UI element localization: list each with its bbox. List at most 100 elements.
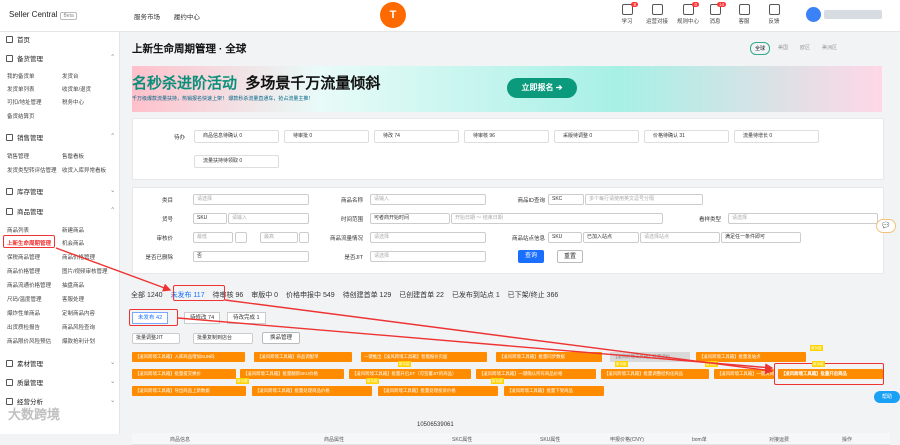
stat-item[interactable]: 采版待调整 0 [554, 130, 639, 143]
sidebar-section-quality[interactable]: 质量管理 ⌄ [6, 377, 115, 387]
sidebar-item[interactable]: 抽盘商品 [62, 281, 84, 289]
sidebar-item[interactable]: 图片/视频审核管理 [62, 267, 108, 275]
site-select[interactable]: 请选择站点 [640, 232, 720, 243]
tab-all[interactable]: 全部 1240 [131, 292, 163, 299]
id-input[interactable]: 多个每行请使用英文逗号分隔 [585, 194, 703, 205]
sidebar-item[interactable]: 出货质检报告 [7, 323, 40, 331]
sidebar-item[interactable]: 备货结算页 [7, 112, 35, 120]
id-type-select[interactable]: SKC [548, 194, 584, 205]
condition-select[interactable]: 满足任一条件即可 [721, 232, 801, 243]
sidebar-item[interactable]: 尺码/温度管理 [7, 295, 42, 303]
chat-float-button[interactable]: 💬 [876, 219, 896, 233]
tool-ops[interactable]: 运营对接 [642, 4, 672, 25]
tool-button[interactable]: 【凌风跨境工具箱】批量同步数据 [496, 352, 602, 362]
account-name-redacted[interactable] [824, 10, 882, 19]
price-max-input[interactable]: 最高 [260, 232, 298, 243]
bulk-jit-select[interactable]: 批量调整JIT [132, 333, 180, 344]
sidebar-item[interactable]: 发货单列表 [7, 85, 35, 93]
sidebar-section-inventory[interactable]: 库存管理 ⌄ [6, 186, 115, 196]
brand-icon[interactable]: T [380, 2, 406, 28]
sidebar-item[interactable]: 可扣/地址管理 [7, 98, 42, 106]
date-range-input[interactable]: 开始日期 ～ 结束日期 [451, 213, 663, 224]
tool-button[interactable]: 【凌风跨境工具箱】一键关闭全部 [714, 369, 774, 379]
site-us[interactable]: 美国 [774, 42, 792, 55]
sidebar-section-sales[interactable]: 销售管理 ⌃ [6, 132, 115, 142]
nav-fulfillment[interactable]: 履约中心 [174, 14, 200, 21]
stat-item[interactable]: 流量扶持待领取 0 [194, 155, 279, 168]
stat-item[interactable]: 流量待增长 0 [734, 130, 819, 143]
tool-messages[interactable]: 消息 14 [700, 2, 730, 25]
tab-published[interactable]: 已发布到站点 1 [452, 292, 500, 299]
sidebar-item[interactable]: 商品列表 [7, 226, 29, 234]
reset-button[interactable]: 重置 [557, 250, 583, 263]
tool-button[interactable]: 【凌风跨境工具箱】批量处理商品价格 [252, 386, 372, 396]
site-global[interactable]: 全球 [750, 42, 771, 55]
tool-feedback[interactable]: 反馈 [759, 4, 789, 25]
nav-service-market[interactable]: 服务市场 [134, 14, 160, 21]
sidebar-item[interactable]: 税务中心 [62, 98, 84, 106]
tool-rules[interactable]: 规则中心 0 [673, 2, 703, 25]
sidebar-item[interactable]: 发货类型转评估管理 [7, 166, 57, 174]
tab-pending-first-order[interactable]: 待创建首单 129 [343, 292, 392, 299]
sidebar-item[interactable]: 商品流通价格管理 [7, 281, 51, 289]
tool-button[interactable]: 【凌风跨境工具箱】批量翻新SKU价格 [240, 369, 344, 379]
tool-button[interactable]: 【凌风跨境工具箱】导出商品上新数据 [132, 386, 246, 396]
sidebar-item[interactable]: 发货台 [62, 72, 79, 80]
stat-item[interactable]: 价格待确认 31 [644, 130, 729, 143]
sidebar-section-material[interactable]: 素材管理 ⌄ [6, 358, 115, 368]
sidebar-item[interactable]: 机会商品 [62, 239, 84, 247]
article-number-input[interactable]: 请输入 [228, 213, 309, 224]
category-select[interactable]: 请选择 [193, 194, 309, 205]
tool-button[interactable]: 【凌风跨境工具箱】批量下架商品 [504, 386, 604, 396]
jit-select[interactable]: 请选择 [370, 251, 486, 262]
tab-first-order-created[interactable]: 已创建首单 22 [399, 292, 444, 299]
promo-banner[interactable]: 名秒杀进阶活动 多场景千万流量倾斜 千万级爆款流量扶持，热销报名快速上架！ 爆款… [132, 66, 882, 112]
product-name-input[interactable]: 请输入 [370, 194, 486, 205]
sidebar-item[interactable]: 客服处理 [62, 295, 84, 303]
bulk-copy-select[interactable]: 批量复制到店台 [193, 333, 253, 344]
sidebar-item[interactable]: 新建商品 [62, 226, 84, 234]
subtab-modified[interactable]: 待改完成 1 [227, 312, 266, 324]
site-eu[interactable]: 欧区 [796, 42, 814, 55]
tool-button[interactable]: 一键推出【凌风跨境工具箱】智能报价页面 [361, 352, 487, 362]
sidebar-item[interactable]: 爆炸性单商品 [7, 309, 40, 317]
sidebar-item[interactable]: 定制商品内容 [62, 309, 95, 317]
sample-type-select[interactable]: 请选择 [728, 213, 878, 224]
avatar[interactable] [806, 7, 821, 22]
tool-button[interactable]: 【凌风跨境工具箱】批量提交换价 [132, 369, 236, 379]
banner-cta-button[interactable]: 立即报名 ➔ [507, 78, 577, 98]
sidebar-item[interactable]: 售罄看板 [62, 152, 84, 160]
tool-service[interactable]: 客服 [729, 4, 759, 25]
stat-item[interactable]: 待审核 96 [464, 130, 549, 143]
site-status-select[interactable]: 已加入站点 [583, 232, 639, 243]
tab-reviewing[interactable]: 审版中 0 [251, 292, 278, 299]
sidebar-item[interactable]: 收货入库异常看板 [62, 166, 106, 174]
sidebar-section-stock[interactable]: 备货管理 ⌃ [6, 53, 115, 63]
site-americas[interactable]: 美洲区 [818, 42, 841, 55]
tab-delisted[interactable]: 已下架/终止 366 [508, 292, 559, 299]
sidebar-item[interactable]: 商品限价风险预估 [7, 337, 51, 345]
sidebar-item[interactable]: 爆款抢利计划 [62, 337, 95, 345]
stat-item[interactable]: 商品信息待确认 0 [194, 130, 279, 143]
time-type-select[interactable]: 可者商开始时间 [370, 213, 450, 224]
stat-item[interactable]: 待审批 0 [284, 130, 369, 143]
tool-learn[interactable]: 学习 8 [612, 2, 642, 25]
sku-type-select[interactable]: SKU [193, 213, 227, 224]
stat-item[interactable]: 待改 74 [374, 130, 459, 143]
site-type-select[interactable]: SKU [548, 232, 582, 243]
tool-button[interactable]: 【凌风跨境工具箱】入库商品增加SUN码 [132, 352, 245, 362]
sidebar-item[interactable]: 保税商品管理 [7, 253, 40, 261]
query-button[interactable]: 查询 [518, 250, 544, 263]
product-manage-button[interactable]: 换品管理 [262, 332, 300, 344]
help-float-button[interactable]: 帮助 [874, 391, 900, 403]
subtab-to-modify[interactable]: 待修改 74 [184, 312, 221, 324]
tool-button[interactable]: 【凌风跨境工具箱】批量处理投诉价格 [378, 386, 498, 396]
sidebar-item[interactable]: 我的备货单 [7, 72, 35, 80]
sidebar-home[interactable]: 首页 [6, 34, 30, 44]
traffic-select[interactable]: 请选择 [370, 232, 486, 243]
sidebar-item[interactable]: 商品价格管理 [7, 267, 40, 275]
sidebar-item[interactable]: 商品价格管理 [62, 253, 95, 261]
deleted-select[interactable]: 否 [193, 251, 309, 262]
sidebar-item[interactable]: 商品风险查询 [62, 323, 95, 331]
tool-button[interactable]: 【凌风跨境工具箱】批量调整结构化商品 [601, 369, 709, 379]
